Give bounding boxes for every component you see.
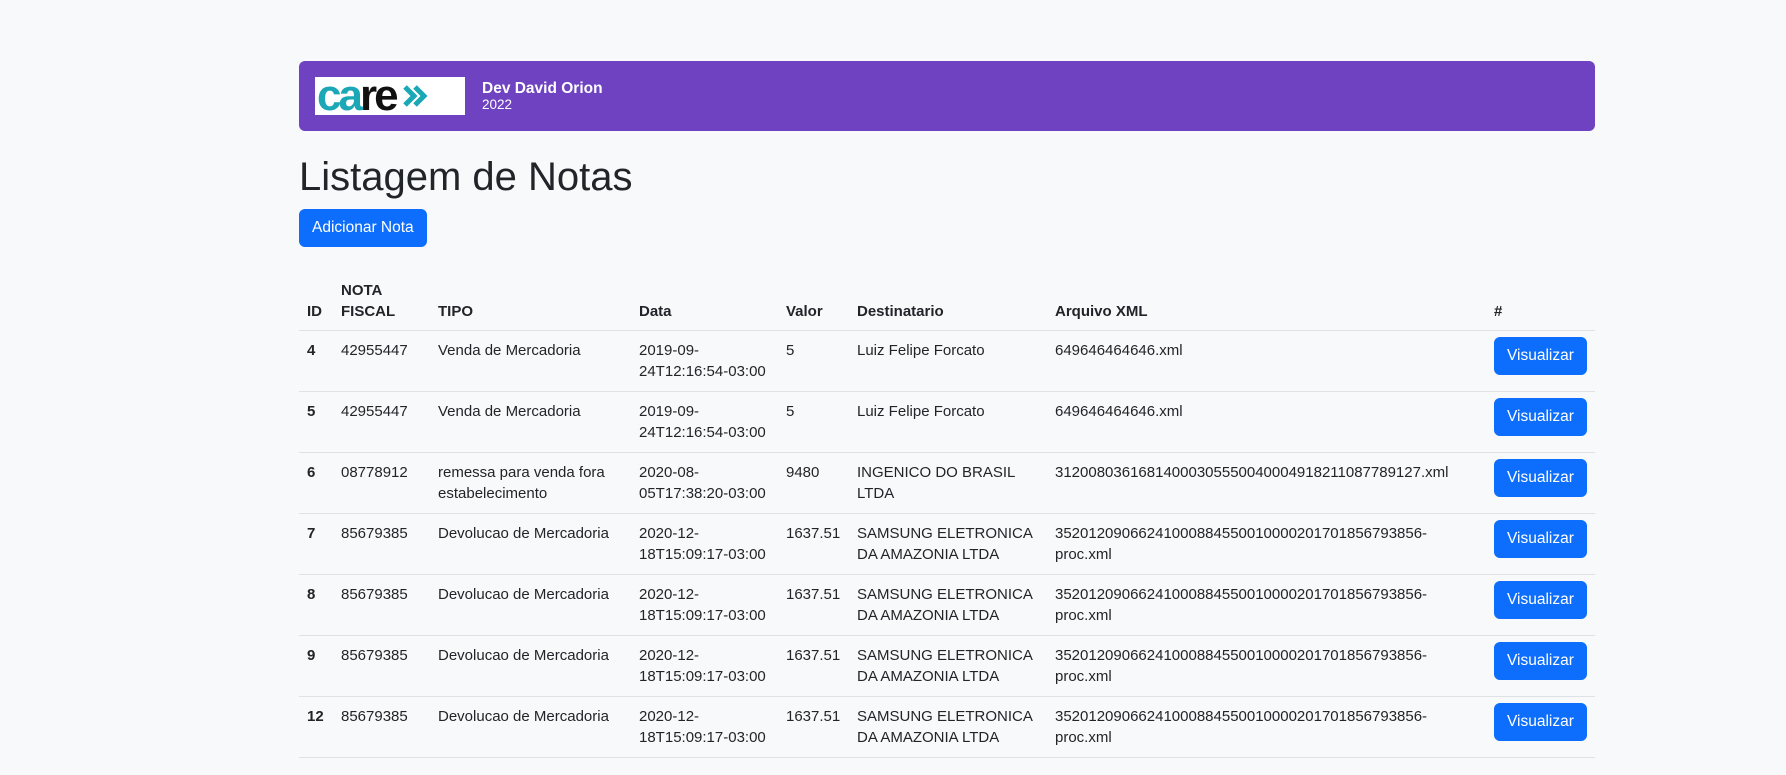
cell-action: Visualizar bbox=[1486, 635, 1595, 697]
cell-action: Visualizar bbox=[1486, 513, 1595, 575]
brand-year: 2022 bbox=[482, 96, 513, 112]
cell-action: Visualizar bbox=[1486, 330, 1595, 392]
table-row: 9 85679385 Devolucao de Mercadoria 2020-… bbox=[299, 635, 1595, 697]
cell-destinatario: INGENICO DO BRASIL LTDA bbox=[849, 452, 1047, 514]
page-title: Listagem de Notas bbox=[299, 155, 633, 199]
view-button[interactable]: Visualizar bbox=[1494, 703, 1587, 741]
table-row: 12 85679385 Devolucao de Mercadoria 2020… bbox=[299, 696, 1595, 758]
cell-action: Visualizar bbox=[1486, 574, 1595, 636]
column-header-arquivo-xml: Arquivo XML bbox=[1047, 272, 1486, 331]
cell-action: Visualizar bbox=[1486, 391, 1595, 453]
notes-table: ID NOTA FISCAL TIPO Data Valor Destinata… bbox=[299, 272, 1595, 758]
cell-data: 2019-09-24T12:16:54-03:00 bbox=[631, 330, 778, 392]
cell-action: Visualizar bbox=[1486, 696, 1595, 758]
care-logo[interactable]: care bbox=[315, 77, 465, 115]
column-header-valor: Valor bbox=[778, 272, 849, 331]
cell-destinatario: SAMSUNG ELETRONICA DA AMAZONIA LTDA bbox=[849, 513, 1047, 575]
cell-arquivo-xml: 649646464646.xml bbox=[1047, 330, 1486, 392]
table-row: 4 42955447 Venda de Mercadoria 2019-09-2… bbox=[299, 330, 1595, 392]
logo-wordmark: care bbox=[317, 77, 399, 115]
cell-id: 6 bbox=[299, 452, 333, 514]
cell-arquivo-xml: 3520120906624100088455001000020170185679… bbox=[1047, 635, 1486, 697]
column-header-nota-fiscal: NOTA FISCAL bbox=[333, 272, 430, 331]
cell-arquivo-xml: 3520120906624100088455001000020170185679… bbox=[1047, 696, 1486, 758]
double-chevron-right-icon bbox=[402, 84, 428, 108]
cell-destinatario: SAMSUNG ELETRONICA DA AMAZONIA LTDA bbox=[849, 574, 1047, 636]
logo-part-ca: ca bbox=[317, 77, 363, 115]
view-button[interactable]: Visualizar bbox=[1494, 398, 1587, 436]
cell-valor: 1637.51 bbox=[778, 574, 849, 636]
view-button[interactable]: Visualizar bbox=[1494, 581, 1587, 619]
cell-id: 8 bbox=[299, 574, 333, 636]
cell-arquivo-xml: 3120080361681400030555004000491821108778… bbox=[1047, 452, 1486, 514]
cell-tipo: Venda de Mercadoria bbox=[430, 330, 631, 392]
cell-nota-fiscal: 85679385 bbox=[333, 696, 430, 758]
cell-valor: 5 bbox=[778, 391, 849, 453]
column-header-destinatario: Destinatario bbox=[849, 272, 1047, 331]
cell-data: 2020-12-18T15:09:17-03:00 bbox=[631, 513, 778, 575]
cell-tipo: Devolucao de Mercadoria bbox=[430, 513, 631, 575]
header-bar: care Dev David Orion 2022 bbox=[299, 61, 1595, 131]
cell-data: 2019-09-24T12:16:54-03:00 bbox=[631, 391, 778, 453]
cell-valor: 5 bbox=[778, 330, 849, 392]
cell-id: 7 bbox=[299, 513, 333, 575]
view-button[interactable]: Visualizar bbox=[1494, 642, 1587, 680]
cell-tipo: Devolucao de Mercadoria bbox=[430, 574, 631, 636]
table-header-row: ID NOTA FISCAL TIPO Data Valor Destinata… bbox=[299, 272, 1595, 331]
column-header-action: # bbox=[1486, 272, 1595, 331]
column-header-tipo: TIPO bbox=[430, 272, 631, 331]
table-row: 7 85679385 Devolucao de Mercadoria 2020-… bbox=[299, 513, 1595, 575]
cell-data: 2020-08-05T17:38:20-03:00 bbox=[631, 452, 778, 514]
view-button[interactable]: Visualizar bbox=[1494, 337, 1587, 375]
cell-destinatario: Luiz Felipe Forcato bbox=[849, 391, 1047, 453]
cell-valor: 9480 bbox=[778, 452, 849, 514]
cell-nota-fiscal: 85679385 bbox=[333, 635, 430, 697]
cell-destinatario: SAMSUNG ELETRONICA DA AMAZONIA LTDA bbox=[849, 696, 1047, 758]
cell-tipo: remessa para venda fora estabelecimento bbox=[430, 452, 631, 514]
cell-id: 12 bbox=[299, 696, 333, 758]
cell-nota-fiscal: 08778912 bbox=[333, 452, 430, 514]
cell-arquivo-xml: 3520120906624100088455001000020170185679… bbox=[1047, 574, 1486, 636]
cell-id: 9 bbox=[299, 635, 333, 697]
table-row: 8 85679385 Devolucao de Mercadoria 2020-… bbox=[299, 574, 1595, 636]
table-row: 6 08778912 remessa para venda fora estab… bbox=[299, 452, 1595, 514]
cell-nota-fiscal: 85679385 bbox=[333, 513, 430, 575]
cell-id: 4 bbox=[299, 330, 333, 392]
brand-name: Dev David Orion bbox=[482, 80, 603, 97]
cell-arquivo-xml: 649646464646.xml bbox=[1047, 391, 1486, 453]
cell-data: 2020-12-18T15:09:17-03:00 bbox=[631, 696, 778, 758]
main-container: care Dev David Orion 2022 Listagem de No… bbox=[299, 61, 1595, 758]
table-row: 5 42955447 Venda de Mercadoria 2019-09-2… bbox=[299, 391, 1595, 453]
cell-action: Visualizar bbox=[1486, 452, 1595, 514]
cell-nota-fiscal: 42955447 bbox=[333, 330, 430, 392]
column-header-data: Data bbox=[631, 272, 778, 331]
cell-destinatario: Luiz Felipe Forcato bbox=[849, 330, 1047, 392]
cell-nota-fiscal: 42955447 bbox=[333, 391, 430, 453]
cell-data: 2020-12-18T15:09:17-03:00 bbox=[631, 574, 778, 636]
cell-destinatario: SAMSUNG ELETRONICA DA AMAZONIA LTDA bbox=[849, 635, 1047, 697]
cell-tipo: Venda de Mercadoria bbox=[430, 391, 631, 453]
add-note-button[interactable]: Adicionar Nota bbox=[299, 209, 427, 247]
cell-valor: 1637.51 bbox=[778, 635, 849, 697]
cell-tipo: Devolucao de Mercadoria bbox=[430, 635, 631, 697]
cell-valor: 1637.51 bbox=[778, 513, 849, 575]
cell-valor: 1637.51 bbox=[778, 696, 849, 758]
column-header-id: ID bbox=[299, 272, 333, 331]
cell-nota-fiscal: 85679385 bbox=[333, 574, 430, 636]
logo-part-re: re bbox=[359, 77, 399, 115]
cell-arquivo-xml: 3520120906624100088455001000020170185679… bbox=[1047, 513, 1486, 575]
view-button[interactable]: Visualizar bbox=[1494, 520, 1587, 558]
cell-id: 5 bbox=[299, 391, 333, 453]
view-button[interactable]: Visualizar bbox=[1494, 459, 1587, 497]
brand: Dev David Orion 2022 bbox=[482, 81, 603, 111]
cell-tipo: Devolucao de Mercadoria bbox=[430, 696, 631, 758]
cell-data: 2020-12-18T15:09:17-03:00 bbox=[631, 635, 778, 697]
